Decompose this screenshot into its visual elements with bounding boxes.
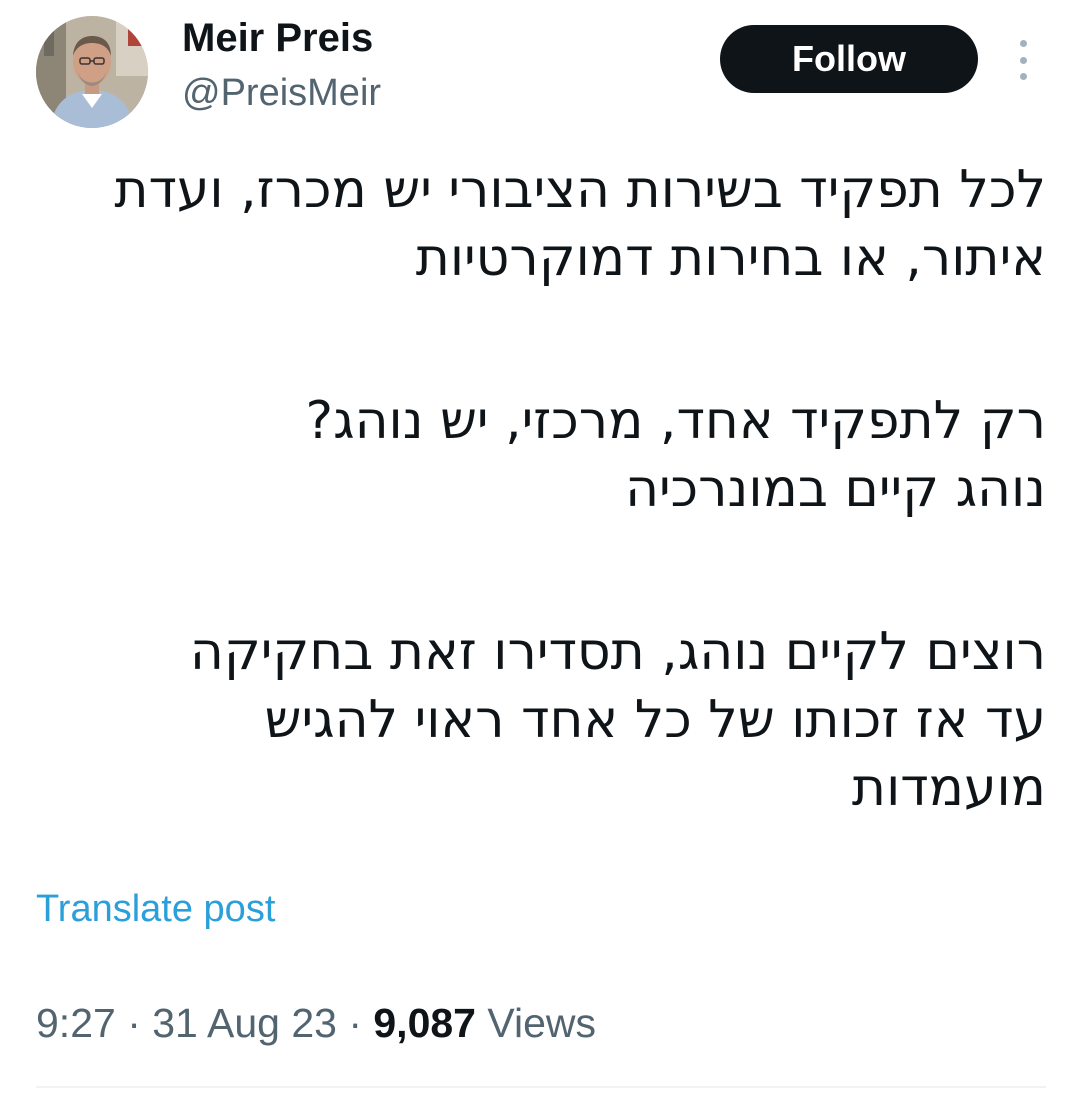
avatar[interactable] xyxy=(36,16,148,128)
profile-photo-icon xyxy=(36,16,148,128)
post-time[interactable]: 9:27 xyxy=(36,1000,116,1046)
tweet-line: איתור, או בחירות דמוקרטיות xyxy=(415,228,1046,288)
tweet-line: נוהג קיים במונרכיה xyxy=(625,459,1046,519)
translate-post-link[interactable]: Translate post xyxy=(36,888,275,931)
views-label: Views xyxy=(487,1000,597,1046)
dot xyxy=(1019,40,1027,47)
dot xyxy=(1019,73,1027,80)
views-count: 9,087 xyxy=(373,1000,476,1046)
divider xyxy=(36,1086,1046,1088)
tweet-text: לכל תפקיד בשירות הציבורי יש מכרז, ועדת א… xyxy=(36,156,1046,822)
tweet-header: Meir Preis @PreisMeir Follow xyxy=(0,0,1080,140)
views-label-space xyxy=(476,1000,487,1046)
dot xyxy=(1019,56,1027,64)
tweet-line: לכל תפקיד בשירות הציבורי יש מכרז, ועדת xyxy=(114,160,1046,220)
tweet-line: מועמדות xyxy=(851,758,1046,818)
meta-separator: · xyxy=(336,1000,374,1046)
follow-button[interactable]: Follow xyxy=(720,25,978,93)
meta-separator: · xyxy=(115,1000,153,1046)
tweet-line: עד אז זכותו של כל אחד ראוי להגיש xyxy=(264,690,1046,750)
tweet-line: רק לתפקיד אחד, מרכזי, יש נוהג? xyxy=(305,391,1046,451)
more-options-icon[interactable] xyxy=(1010,40,1036,80)
post-date[interactable]: 31 Aug 23 xyxy=(152,1000,337,1046)
author-handle[interactable]: @PreisMeir xyxy=(182,72,381,115)
tweet-meta: 9:27 · 31 Aug 23 · 9,087 Views xyxy=(36,1000,596,1047)
author-name[interactable]: Meir Preis xyxy=(182,16,373,61)
tweet-line: רוצים לקיים נוהג, תסדירו זאת בחקיקה xyxy=(189,622,1046,682)
